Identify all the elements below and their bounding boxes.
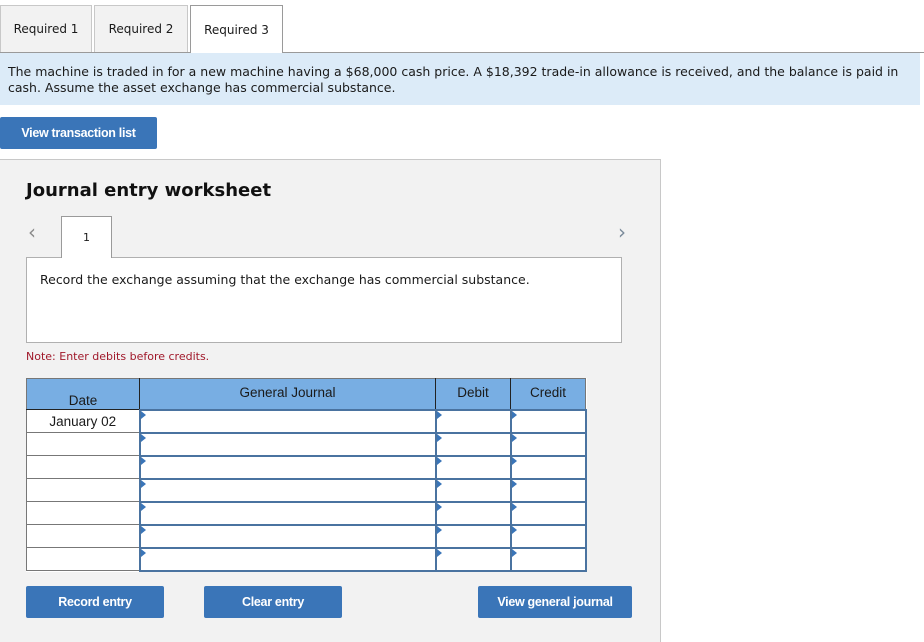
instruction-text: Record the exchange assuming that the ex… bbox=[40, 272, 530, 287]
account-input-cell[interactable] bbox=[138, 408, 437, 434]
journal-row bbox=[26, 500, 587, 526]
account-input-cell[interactable] bbox=[138, 431, 437, 457]
journal-row bbox=[26, 454, 587, 480]
date-cell[interactable] bbox=[26, 524, 140, 548]
chevron-right-icon[interactable]: › bbox=[618, 220, 626, 244]
cell-marker-icon bbox=[140, 479, 146, 488]
cell-marker-icon bbox=[140, 410, 146, 419]
date-cell[interactable] bbox=[26, 547, 140, 571]
instruction-box: Record the exchange assuming that the ex… bbox=[26, 257, 622, 343]
cell-marker-icon bbox=[436, 548, 442, 557]
journal-row bbox=[26, 523, 587, 549]
debit-input-cell[interactable] bbox=[434, 500, 512, 526]
general-journal-column-header: General Journal bbox=[139, 378, 436, 410]
tab-divider bbox=[0, 52, 924, 53]
step-tab-1[interactable]: 1 bbox=[61, 216, 112, 258]
question-prompt: The machine is traded in for a new machi… bbox=[0, 53, 920, 105]
tab-required-2[interactable]: Required 2 bbox=[94, 5, 188, 52]
journal-row bbox=[26, 431, 587, 457]
view-transaction-list-button[interactable]: View transaction list bbox=[0, 117, 157, 149]
debit-input-cell[interactable] bbox=[434, 546, 512, 572]
account-input-cell[interactable] bbox=[138, 546, 437, 572]
account-input-cell[interactable] bbox=[138, 500, 437, 526]
date-cell[interactable] bbox=[26, 432, 140, 456]
cell-marker-icon bbox=[140, 502, 146, 511]
debits-note: Note: Enter debits before credits. bbox=[26, 350, 210, 363]
date-cell[interactable] bbox=[26, 478, 140, 502]
cell-marker-icon bbox=[511, 502, 517, 511]
clear-entry-button[interactable]: Clear entry bbox=[204, 586, 342, 618]
cell-marker-icon bbox=[511, 548, 517, 557]
cell-marker-icon bbox=[436, 502, 442, 511]
debit-input-cell[interactable] bbox=[434, 477, 512, 503]
account-input-cell[interactable] bbox=[138, 454, 437, 480]
account-input-cell[interactable] bbox=[138, 477, 437, 503]
date-cell[interactable] bbox=[26, 455, 140, 479]
cell-marker-icon bbox=[140, 456, 146, 465]
credit-input-cell[interactable] bbox=[509, 546, 587, 572]
worksheet-title: Journal entry worksheet bbox=[26, 180, 272, 201]
credit-input-cell[interactable] bbox=[509, 477, 587, 503]
chevron-left-icon[interactable]: ‹ bbox=[28, 220, 36, 244]
journal-table: Date General Journal Debit Credit Januar… bbox=[26, 378, 587, 572]
cell-marker-icon bbox=[511, 410, 517, 419]
cell-marker-icon bbox=[511, 433, 517, 442]
cell-marker-icon bbox=[511, 456, 517, 465]
debit-input-cell[interactable] bbox=[434, 408, 512, 434]
journal-row bbox=[26, 477, 587, 503]
cell-marker-icon bbox=[511, 525, 517, 534]
cell-marker-icon bbox=[436, 433, 442, 442]
journal-row bbox=[26, 546, 587, 572]
tab-required-1[interactable]: Required 1 bbox=[0, 5, 92, 52]
debit-input-cell[interactable] bbox=[434, 431, 512, 457]
cell-marker-icon bbox=[511, 479, 517, 488]
record-entry-button[interactable]: Record entry bbox=[26, 586, 164, 618]
journal-header-row: Date General Journal Debit Credit bbox=[26, 378, 586, 410]
debit-column-header: Debit bbox=[435, 378, 511, 410]
cell-marker-icon bbox=[436, 456, 442, 465]
credit-input-cell[interactable] bbox=[509, 454, 587, 480]
date-cell: January 02 bbox=[26, 409, 140, 433]
debit-input-cell[interactable] bbox=[434, 523, 512, 549]
debit-input-cell[interactable] bbox=[434, 454, 512, 480]
credit-input-cell[interactable] bbox=[509, 500, 587, 526]
date-cell[interactable] bbox=[26, 501, 140, 525]
requirement-tabs: Required 1 Required 2 Required 3 bbox=[0, 5, 283, 53]
journal-row: January 02 bbox=[26, 408, 587, 434]
cell-marker-icon bbox=[140, 525, 146, 534]
credit-input-cell[interactable] bbox=[509, 431, 587, 457]
credit-input-cell[interactable] bbox=[509, 408, 587, 434]
journal-entry-worksheet-panel: Journal entry worksheet ‹ 1 › Record the… bbox=[0, 159, 661, 642]
view-general-journal-button[interactable]: View general journal bbox=[478, 586, 632, 618]
cell-marker-icon bbox=[436, 410, 442, 419]
cell-marker-icon bbox=[436, 525, 442, 534]
date-column-header: Date bbox=[26, 378, 140, 410]
account-input-cell[interactable] bbox=[138, 523, 437, 549]
cell-marker-icon bbox=[140, 548, 146, 557]
cell-marker-icon bbox=[436, 479, 442, 488]
credit-input-cell[interactable] bbox=[509, 523, 587, 549]
cell-marker-icon bbox=[140, 433, 146, 442]
tab-required-3[interactable]: Required 3 bbox=[190, 5, 283, 53]
credit-column-header: Credit bbox=[510, 378, 586, 410]
